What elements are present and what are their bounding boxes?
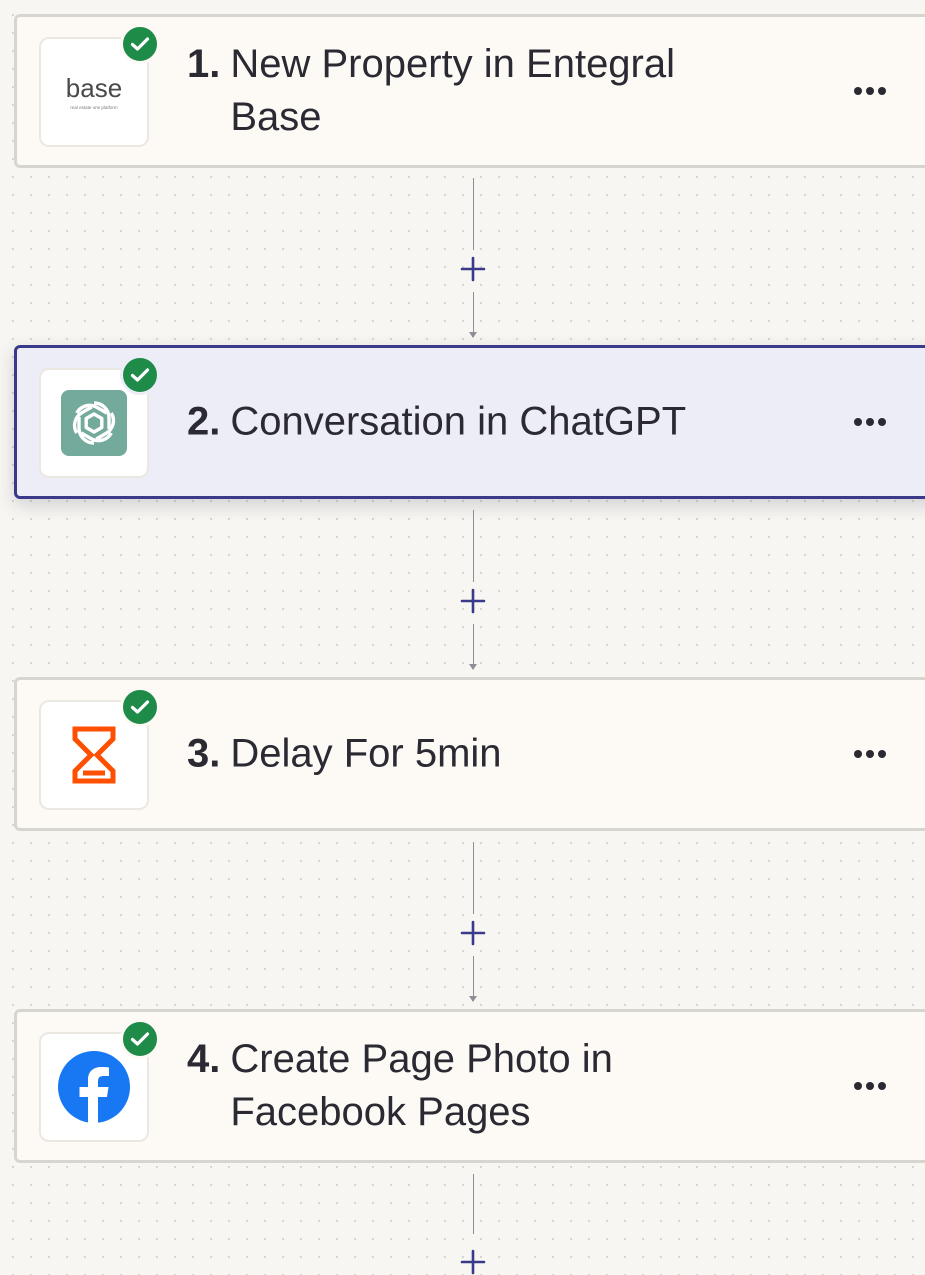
base-logo-text: base [66,73,122,103]
entegral-base-logo-icon: base real estate one platform [66,73,122,110]
add-step-button[interactable] [453,581,493,621]
plus-icon [460,256,486,282]
step-title-2[interactable]: 2. Conversation in ChatGPT [187,396,777,449]
step-number: 3. [187,731,221,776]
more-horizontal-icon [854,1082,862,1090]
step-complete-check-icon [120,687,160,727]
menu-dot [866,87,874,95]
step-complete-check-icon [120,355,160,395]
step-complete-check-icon [120,1019,160,1059]
facebook-logo-icon [58,1051,130,1125]
menu-dot [878,1082,886,1090]
add-step-button[interactable] [453,913,493,953]
connector-line [473,510,474,582]
step-menu-button[interactable] [847,402,893,442]
step-menu-button[interactable] [847,734,893,774]
connector-arrow [469,956,477,1002]
connector-arrow [469,292,477,338]
step-menu-button[interactable] [847,71,893,111]
step-complete-check-icon [120,24,160,64]
step-name: Create Page Photo in Facebook Pages [230,1037,613,1134]
menu-dot [878,750,886,758]
step-name: Delay For 5min [230,731,502,776]
zap-editor-canvas: base real estate one platform 1. New Pro… [0,0,925,1275]
more-horizontal-icon [854,750,862,758]
menu-dot [866,750,874,758]
plus-icon [460,920,486,946]
step-title-1[interactable]: 1. New Property in Entegral Base [187,38,777,144]
step-title-4[interactable]: 4. Create Page Photo in Facebook Pages [187,1033,777,1139]
base-logo-subtext: real estate one platform [70,105,118,110]
connector-line [473,178,474,250]
step-card-4[interactable]: 4. Create Page Photo in Facebook Pages [14,1009,925,1163]
add-step-button[interactable] [453,249,493,289]
more-horizontal-icon [854,87,862,95]
step-menu-button[interactable] [847,1066,893,1106]
add-step-button[interactable] [453,1242,493,1275]
step-number: 1. [187,42,221,86]
step-card-2[interactable]: 2. Conversation in ChatGPT [14,345,925,499]
hourglass-icon [72,726,116,784]
step-number: 2. [187,399,221,444]
step-name: Conversation in ChatGPT [230,399,687,444]
connector-line [473,842,474,914]
connector-line [473,1174,474,1234]
step-name: New Property in Entegral Base [230,42,676,139]
menu-dot [878,418,886,426]
chatgpt-logo-icon [61,390,127,456]
menu-dot [866,1082,874,1090]
more-horizontal-icon [854,418,862,426]
step-card-3[interactable]: 3. Delay For 5min [14,677,925,831]
step-number: 4. [187,1037,221,1081]
plus-icon [460,588,486,614]
step-title-3[interactable]: 3. Delay For 5min [187,728,777,781]
step-card-1[interactable]: base real estate one platform 1. New Pro… [14,14,925,168]
plus-icon [460,1249,486,1275]
connector-arrow [469,624,477,670]
menu-dot [878,87,886,95]
menu-dot [866,418,874,426]
